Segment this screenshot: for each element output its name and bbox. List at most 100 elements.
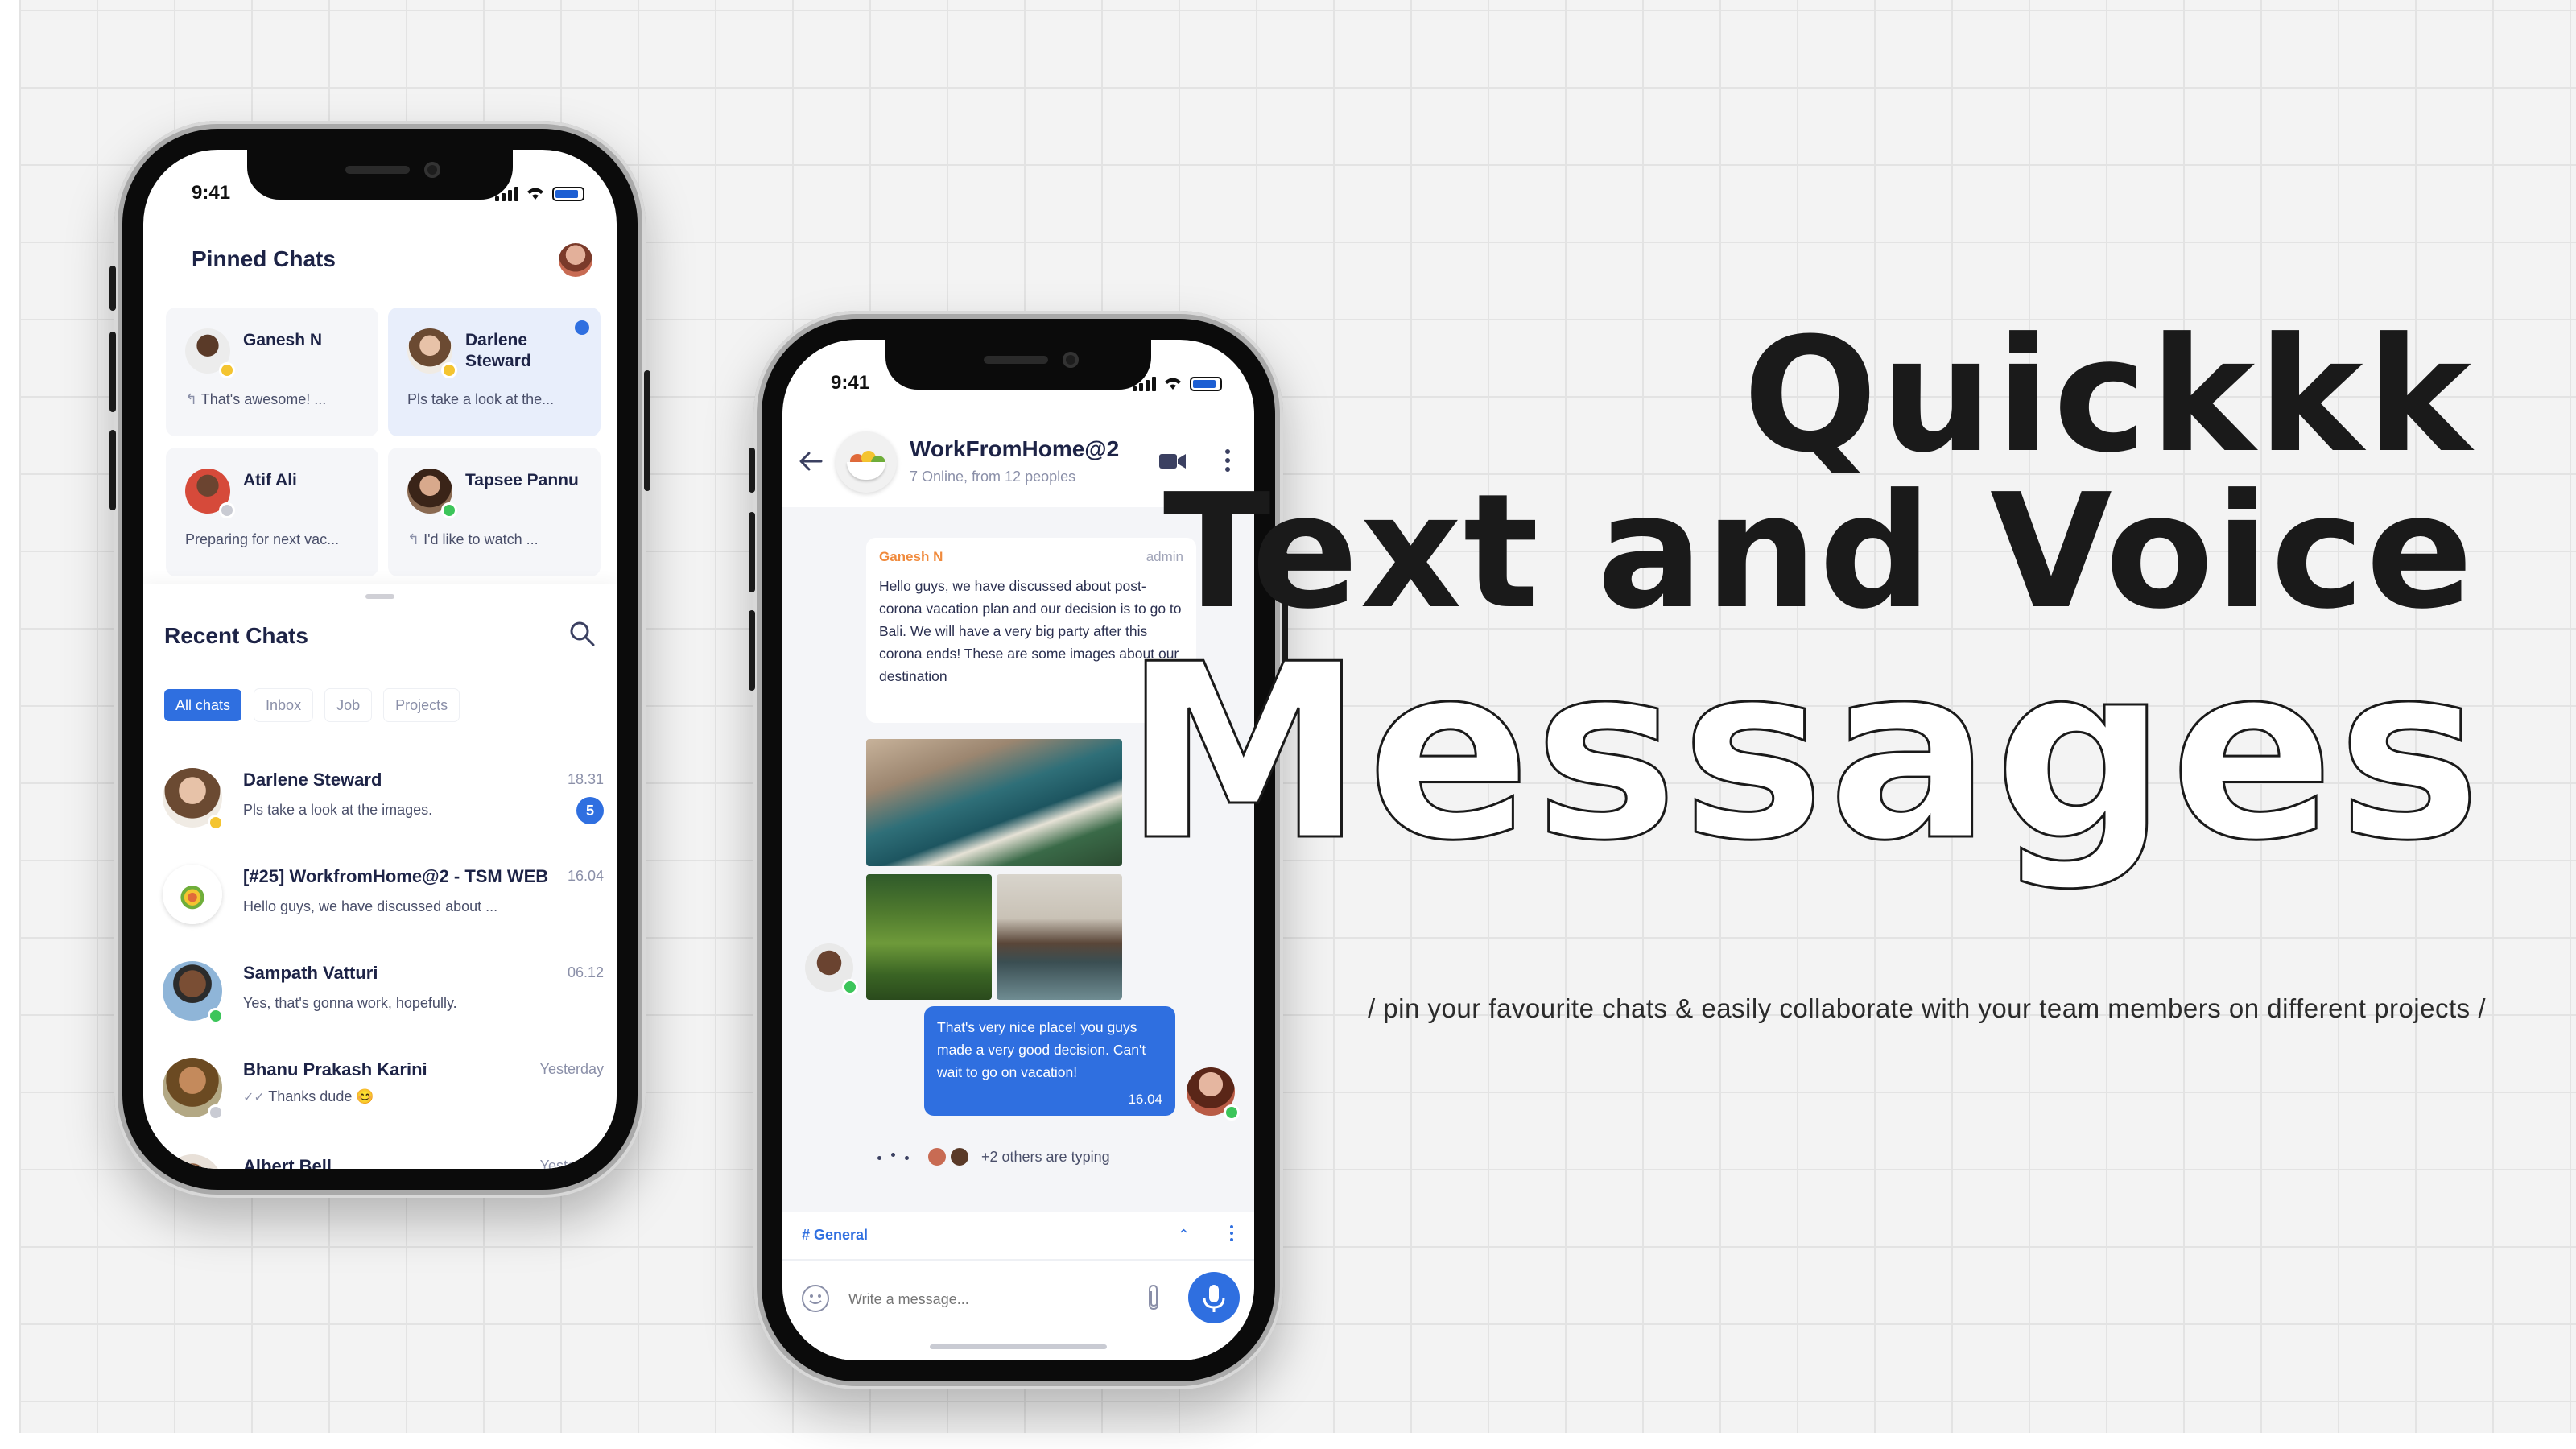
chat-list-item[interactable]: Darlene Steward Pls take a look at the i… <box>143 757 617 853</box>
side-button <box>749 610 755 691</box>
phone1-screen: 9:41 Pinned Chats Ganesh N ↰ That's awes… <box>143 150 617 1169</box>
pinned-chat-name: Ganesh N <box>243 331 323 349</box>
signal-icon <box>495 187 518 201</box>
message-sender: Ganesh N <box>879 549 943 564</box>
profile-avatar[interactable] <box>559 243 592 277</box>
reply-icon: ↰ <box>407 531 424 547</box>
more-options-icon[interactable] <box>1230 1225 1235 1245</box>
photo-beach[interactable] <box>866 739 1122 866</box>
message-composer <box>782 1261 1254 1360</box>
chat-list-item[interactable]: Bhanu Prakash Karini ✓✓ Thanks dude 😊 Ye… <box>143 1046 617 1143</box>
status-bar: 9:41 <box>143 179 617 211</box>
wifi-icon <box>1165 378 1181 390</box>
status-time: 9:41 <box>192 182 231 204</box>
search-icon[interactable] <box>568 620 596 647</box>
side-button <box>109 332 116 412</box>
status-online-dot <box>1224 1104 1240 1121</box>
status-online-dot <box>842 979 858 995</box>
channel-selector[interactable]: # General ⌃ <box>782 1212 1254 1261</box>
tab-all-chats[interactable]: All chats <box>164 689 242 721</box>
message-text: That's very nice place! you guys made a … <box>937 1019 1146 1080</box>
chat-time: 16.04 <box>567 868 604 884</box>
phone-bezel: 9:41 Pinned Chats Ganesh N ↰ That's awes… <box>122 129 638 1190</box>
chat-time: Yesterday <box>539 1158 604 1169</box>
status-bar: 9:41 <box>782 369 1254 401</box>
headline-line-3-outline: Messages <box>1122 613 2484 894</box>
message-input[interactable] <box>848 1285 1090 1314</box>
pinned-chat-card[interactable]: Tapsee Pannu ↰ I'd like to watch ... <box>388 448 601 576</box>
chat-filter-tabs: All chats Inbox Job Projects <box>164 689 460 721</box>
emoji-icon[interactable] <box>802 1285 829 1312</box>
typing-avatar <box>927 1146 947 1167</box>
status-away-dot <box>441 362 457 378</box>
phone-pinned-chats: 9:41 Pinned Chats Ganesh N ↰ That's awes… <box>109 121 650 1198</box>
photo-rice-terrace[interactable] <box>866 874 992 1000</box>
side-button <box>109 266 116 311</box>
read-receipt-icon: ✓✓ <box>243 1091 269 1104</box>
battery-icon <box>1190 377 1222 391</box>
chat-list-item[interactable]: Albert Bell Yesterday <box>143 1143 617 1169</box>
side-button <box>644 370 650 491</box>
drag-handle[interactable] <box>365 594 394 599</box>
tab-job[interactable]: Job <box>325 689 372 721</box>
group-name: WorkFromHome@2 <box>910 436 1120 461</box>
chat-name: [#25] WorkfromHome@2 - TSM WEB <box>243 866 549 886</box>
pinned-chat-name: Atif Ali <box>243 471 297 489</box>
recent-chats-sheet: Recent Chats All chats Inbox Job Project… <box>143 584 617 1169</box>
avatar <box>163 1154 222 1169</box>
chat-time: 18.31 <box>567 771 604 787</box>
group-avatar <box>163 865 222 924</box>
outgoing-message: That's very nice place! you guys made a … <box>924 1006 1175 1116</box>
pinned-chat-card[interactable]: Ganesh N ↰ That's awesome! ... <box>166 308 378 436</box>
chat-time: Yesterday <box>539 1061 604 1077</box>
signal-icon <box>1133 377 1156 391</box>
chat-time: 06.12 <box>567 964 604 980</box>
attachment-icon[interactable] <box>1145 1283 1164 1312</box>
pinned-chat-preview: ↰ That's awesome! ... <box>185 391 327 407</box>
photo-temple[interactable] <box>997 874 1122 1000</box>
left-margin <box>0 0 19 1449</box>
message-time: 16.04 <box>1128 1092 1162 1107</box>
home-indicator <box>930 1344 1107 1349</box>
status-offline-dot <box>219 502 235 518</box>
pinned-chat-card[interactable]: Darlene Steward Pls take a look at the..… <box>388 308 601 436</box>
chevron-up-icon[interactable]: ⌃ <box>1178 1227 1190 1244</box>
chat-list-item[interactable]: Sampath Vatturi Yes, that's gonna work, … <box>143 950 617 1046</box>
pinned-chat-preview: Pls take a look at the... <box>407 391 555 407</box>
chat-last-message: Pls take a look at the images. <box>243 802 433 818</box>
typing-dots <box>877 1150 919 1164</box>
chat-name: Darlene Steward <box>243 770 382 790</box>
back-arrow-icon[interactable] <box>797 449 824 473</box>
reply-icon: ↰ <box>185 391 201 407</box>
status-away-dot <box>219 362 235 378</box>
side-button <box>109 430 116 510</box>
tab-inbox[interactable]: Inbox <box>254 689 313 721</box>
typing-label: +2 others are typing <box>981 1148 1110 1165</box>
side-button <box>749 448 755 493</box>
pinned-chat-name: Tapsee Pannu <box>465 471 579 489</box>
channel-name: # General <box>802 1227 869 1243</box>
chat-last-message: ✓✓ Thanks dude 😊 <box>243 1088 374 1104</box>
bottom-margin <box>0 1433 2576 1449</box>
group-online-status: 7 Online, from 12 peoples <box>910 469 1076 485</box>
headline-line-2: Text and Voice <box>1162 460 2475 644</box>
tab-projects[interactable]: Projects <box>384 689 460 721</box>
group-avatar <box>836 431 897 493</box>
voice-record-button[interactable] <box>1188 1272 1240 1323</box>
side-button <box>749 512 755 592</box>
chat-last-message: Yes, that's gonna work, hopefully. <box>243 995 457 1011</box>
pinned-chat-preview: Preparing for next vac... <box>185 531 340 547</box>
pinned-chat-card[interactable]: Atif Ali Preparing for next vac... <box>166 448 378 576</box>
headline-line-1: Quickkk <box>1743 304 2475 488</box>
chat-name: Albert Bell <box>243 1156 332 1169</box>
typing-indicator: +2 others are typing <box>877 1146 1110 1167</box>
status-online-dot <box>441 502 457 518</box>
chat-name: Bhanu Prakash Karini <box>243 1059 427 1080</box>
status-time: 9:41 <box>831 372 870 394</box>
wifi-icon <box>527 188 543 200</box>
microphone-icon <box>1203 1285 1225 1312</box>
status-offline-dot <box>208 1104 224 1121</box>
status-away-dot <box>208 815 224 831</box>
chat-list-item[interactable]: [#25] WorkfromHome@2 - TSM WEB Hello guy… <box>143 853 617 950</box>
battery-icon <box>552 187 584 201</box>
